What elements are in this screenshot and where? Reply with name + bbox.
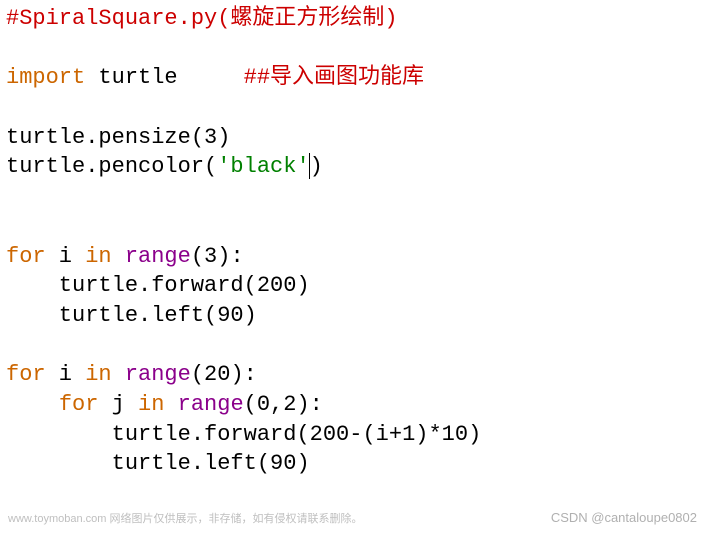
code-token: turtle.left(90) <box>6 303 257 328</box>
code-line: turtle.forward(200-(i+1)*10) <box>6 420 701 450</box>
code-token <box>112 362 125 387</box>
code-line <box>6 212 701 242</box>
code-line <box>6 331 701 361</box>
code-token: ##导入画图功能库 <box>244 65 424 90</box>
code-token: for <box>59 392 99 417</box>
code-line: turtle.forward(200) <box>6 271 701 301</box>
code-token: turtle.left(90) <box>6 451 310 476</box>
code-token: turtle.forward(200) <box>6 273 310 298</box>
code-token: range <box>178 392 244 417</box>
code-token <box>6 392 59 417</box>
code-token <box>164 392 177 417</box>
code-token: 'black' <box>217 154 309 179</box>
code-line: #SpiralSquare.py(螺旋正方形绘制) <box>6 4 701 34</box>
code-token: ) <box>310 154 323 179</box>
code-token: import <box>6 65 85 90</box>
watermark-left: www.toymoban.com 网络图片仅供展示，非存储，如有侵权请联系删除。 <box>8 512 362 527</box>
code-token: j <box>98 392 138 417</box>
code-token: for <box>6 244 46 269</box>
code-token: i <box>46 244 86 269</box>
code-token: turtle.pensize(3) <box>6 125 230 150</box>
code-line: for i in range(3): <box>6 242 701 272</box>
code-token: turtle.forward(200-(i+1)*10) <box>6 422 481 447</box>
code-line: turtle.pensize(3) <box>6 123 701 153</box>
code-token: i <box>46 362 86 387</box>
code-token: in <box>85 362 111 387</box>
code-token: (20): <box>191 362 257 387</box>
code-token: #SpiralSquare.py(螺旋正方形绘制) <box>6 6 398 31</box>
code-token: in <box>85 244 111 269</box>
code-token: (0,2): <box>244 392 323 417</box>
code-line: for j in range(0,2): <box>6 390 701 420</box>
code-token: in <box>138 392 164 417</box>
code-token: range <box>125 244 191 269</box>
code-line: turtle.left(90) <box>6 301 701 331</box>
code-line: turtle.pencolor('black') <box>6 152 701 182</box>
watermark-right: CSDN @cantaloupe0802 <box>551 509 697 527</box>
code-line: turtle.left(90) <box>6 449 701 479</box>
code-token: (3): <box>191 244 244 269</box>
code-token: turtle.pencolor( <box>6 154 217 179</box>
code-line <box>6 182 701 212</box>
code-line: for i in range(20): <box>6 360 701 390</box>
code-line: import turtle ##导入画图功能库 <box>6 63 701 93</box>
code-line <box>6 34 701 64</box>
code-token: for <box>6 362 46 387</box>
code-line <box>6 93 701 123</box>
code-token <box>112 244 125 269</box>
code-token: turtle <box>85 65 243 90</box>
code-token: range <box>125 362 191 387</box>
code-view: #SpiralSquare.py(螺旋正方形绘制) import turtle … <box>0 0 707 483</box>
